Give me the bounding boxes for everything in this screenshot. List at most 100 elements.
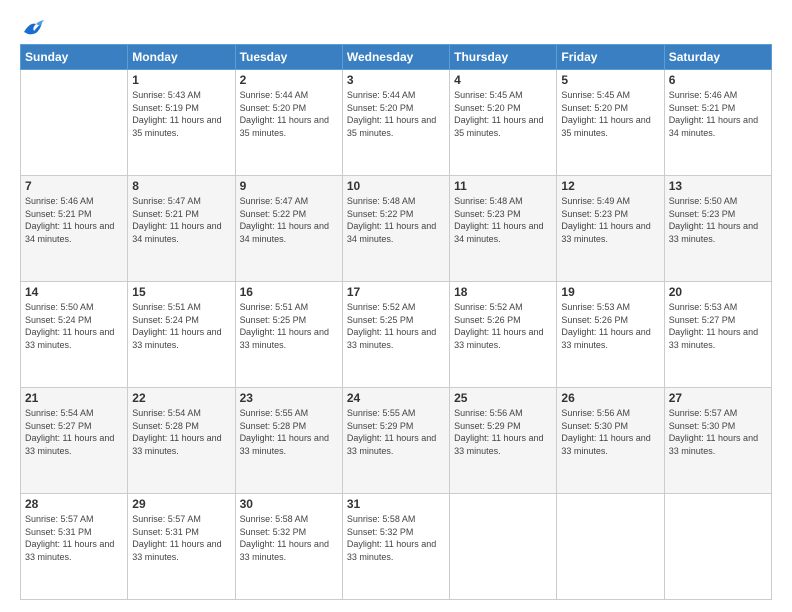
day-number: 28 xyxy=(25,497,123,511)
day-info: Sunrise: 5:49 AMSunset: 5:23 PMDaylight:… xyxy=(561,195,659,245)
logo xyxy=(20,18,44,36)
day-number: 22 xyxy=(132,391,230,405)
week-row-4: 28 Sunrise: 5:57 AMSunset: 5:31 PMDayligh… xyxy=(21,494,772,600)
day-info: Sunrise: 5:47 AMSunset: 5:21 PMDaylight:… xyxy=(132,195,230,245)
day-number: 18 xyxy=(454,285,552,299)
calendar-cell: 8 Sunrise: 5:47 AMSunset: 5:21 PMDaylight… xyxy=(128,176,235,282)
day-number: 31 xyxy=(347,497,445,511)
day-info: Sunrise: 5:50 AMSunset: 5:24 PMDaylight:… xyxy=(25,301,123,351)
day-number: 25 xyxy=(454,391,552,405)
calendar-table: SundayMondayTuesdayWednesdayThursdayFrid… xyxy=(20,44,772,600)
day-number: 26 xyxy=(561,391,659,405)
header xyxy=(20,18,772,36)
calendar-cell: 25 Sunrise: 5:56 AMSunset: 5:29 PMDayligh… xyxy=(450,388,557,494)
calendar-cell: 12 Sunrise: 5:49 AMSunset: 5:23 PMDayligh… xyxy=(557,176,664,282)
day-info: Sunrise: 5:45 AMSunset: 5:20 PMDaylight:… xyxy=(561,89,659,139)
day-info: Sunrise: 5:57 AMSunset: 5:31 PMDaylight:… xyxy=(132,513,230,563)
weekday-header-wednesday: Wednesday xyxy=(342,45,449,70)
day-info: Sunrise: 5:47 AMSunset: 5:22 PMDaylight:… xyxy=(240,195,338,245)
calendar-cell: 20 Sunrise: 5:53 AMSunset: 5:27 PMDayligh… xyxy=(664,282,771,388)
calendar-cell xyxy=(557,494,664,600)
calendar-cell: 22 Sunrise: 5:54 AMSunset: 5:28 PMDayligh… xyxy=(128,388,235,494)
day-number: 17 xyxy=(347,285,445,299)
weekday-header-thursday: Thursday xyxy=(450,45,557,70)
day-number: 2 xyxy=(240,73,338,87)
day-info: Sunrise: 5:58 AMSunset: 5:32 PMDaylight:… xyxy=(240,513,338,563)
calendar-cell xyxy=(21,70,128,176)
calendar-cell: 14 Sunrise: 5:50 AMSunset: 5:24 PMDayligh… xyxy=(21,282,128,388)
calendar-cell: 1 Sunrise: 5:43 AMSunset: 5:19 PMDaylight… xyxy=(128,70,235,176)
day-number: 23 xyxy=(240,391,338,405)
calendar-cell: 26 Sunrise: 5:56 AMSunset: 5:30 PMDayligh… xyxy=(557,388,664,494)
day-info: Sunrise: 5:46 AMSunset: 5:21 PMDaylight:… xyxy=(669,89,767,139)
day-info: Sunrise: 5:56 AMSunset: 5:30 PMDaylight:… xyxy=(561,407,659,457)
day-info: Sunrise: 5:46 AMSunset: 5:21 PMDaylight:… xyxy=(25,195,123,245)
day-info: Sunrise: 5:43 AMSunset: 5:19 PMDaylight:… xyxy=(132,89,230,139)
calendar-cell: 30 Sunrise: 5:58 AMSunset: 5:32 PMDayligh… xyxy=(235,494,342,600)
calendar-cell: 2Sunrise: 5:44 AMSunset: 5:20 PMDaylight… xyxy=(235,70,342,176)
day-info: Sunrise: 5:52 AMSunset: 5:25 PMDaylight:… xyxy=(347,301,445,351)
weekday-header-row: SundayMondayTuesdayWednesdayThursdayFrid… xyxy=(21,45,772,70)
day-info: Sunrise: 5:54 AMSunset: 5:28 PMDaylight:… xyxy=(132,407,230,457)
calendar-cell: 21 Sunrise: 5:54 AMSunset: 5:27 PMDayligh… xyxy=(21,388,128,494)
day-info: Sunrise: 5:55 AMSunset: 5:28 PMDaylight:… xyxy=(240,407,338,457)
page: SundayMondayTuesdayWednesdayThursdayFrid… xyxy=(0,0,792,612)
calendar-cell: 17 Sunrise: 5:52 AMSunset: 5:25 PMDayligh… xyxy=(342,282,449,388)
day-info: Sunrise: 5:58 AMSunset: 5:32 PMDaylight:… xyxy=(347,513,445,563)
calendar-cell: 13 Sunrise: 5:50 AMSunset: 5:23 PMDayligh… xyxy=(664,176,771,282)
day-info: Sunrise: 5:51 AMSunset: 5:24 PMDaylight:… xyxy=(132,301,230,351)
day-info: Sunrise: 5:56 AMSunset: 5:29 PMDaylight:… xyxy=(454,407,552,457)
weekday-header-tuesday: Tuesday xyxy=(235,45,342,70)
weekday-header-saturday: Saturday xyxy=(664,45,771,70)
day-number: 30 xyxy=(240,497,338,511)
day-number: 4 xyxy=(454,73,552,87)
day-info: Sunrise: 5:51 AMSunset: 5:25 PMDaylight:… xyxy=(240,301,338,351)
week-row-1: 7 Sunrise: 5:46 AMSunset: 5:21 PMDaylight… xyxy=(21,176,772,282)
calendar-cell: 24 Sunrise: 5:55 AMSunset: 5:29 PMDayligh… xyxy=(342,388,449,494)
day-number: 9 xyxy=(240,179,338,193)
calendar-cell: 23 Sunrise: 5:55 AMSunset: 5:28 PMDayligh… xyxy=(235,388,342,494)
calendar-cell: 31 Sunrise: 5:58 AMSunset: 5:32 PMDayligh… xyxy=(342,494,449,600)
day-info: Sunrise: 5:50 AMSunset: 5:23 PMDaylight:… xyxy=(669,195,767,245)
day-info: Sunrise: 5:55 AMSunset: 5:29 PMDaylight:… xyxy=(347,407,445,457)
calendar-cell xyxy=(664,494,771,600)
day-number: 20 xyxy=(669,285,767,299)
day-number: 1 xyxy=(132,73,230,87)
calendar-cell: 3 Sunrise: 5:44 AMSunset: 5:20 PMDaylight… xyxy=(342,70,449,176)
day-number: 13 xyxy=(669,179,767,193)
day-number: 19 xyxy=(561,285,659,299)
day-info: Sunrise: 5:48 AMSunset: 5:22 PMDaylight:… xyxy=(347,195,445,245)
day-number: 8 xyxy=(132,179,230,193)
logo-bird-icon xyxy=(22,18,44,36)
day-number: 12 xyxy=(561,179,659,193)
calendar-cell: 28Sunrise: 5:57 AMSunset: 5:31 PMDayligh… xyxy=(21,494,128,600)
day-info: Sunrise: 5:48 AMSunset: 5:23 PMDaylight:… xyxy=(454,195,552,245)
day-number: 21 xyxy=(25,391,123,405)
day-info: Sunrise: 5:52 AMSunset: 5:26 PMDaylight:… xyxy=(454,301,552,351)
calendar-cell: 5Sunrise: 5:45 AMSunset: 5:20 PMDaylight… xyxy=(557,70,664,176)
day-number: 10 xyxy=(347,179,445,193)
day-number: 29 xyxy=(132,497,230,511)
day-number: 24 xyxy=(347,391,445,405)
day-info: Sunrise: 5:44 AMSunset: 5:20 PMDaylight:… xyxy=(347,89,445,139)
day-number: 3 xyxy=(347,73,445,87)
week-row-2: 14 Sunrise: 5:50 AMSunset: 5:24 PMDayligh… xyxy=(21,282,772,388)
weekday-header-friday: Friday xyxy=(557,45,664,70)
calendar-cell: 29 Sunrise: 5:57 AMSunset: 5:31 PMDayligh… xyxy=(128,494,235,600)
day-info: Sunrise: 5:53 AMSunset: 5:27 PMDaylight:… xyxy=(669,301,767,351)
day-info: Sunrise: 5:53 AMSunset: 5:26 PMDaylight:… xyxy=(561,301,659,351)
calendar-cell: 19 Sunrise: 5:53 AMSunset: 5:26 PMDayligh… xyxy=(557,282,664,388)
day-number: 6 xyxy=(669,73,767,87)
day-number: 14 xyxy=(25,285,123,299)
week-row-3: 21 Sunrise: 5:54 AMSunset: 5:27 PMDayligh… xyxy=(21,388,772,494)
calendar-cell: 6 Sunrise: 5:46 AMSunset: 5:21 PMDaylight… xyxy=(664,70,771,176)
day-number: 7 xyxy=(25,179,123,193)
day-info: Sunrise: 5:54 AMSunset: 5:27 PMDaylight:… xyxy=(25,407,123,457)
week-row-0: 1 Sunrise: 5:43 AMSunset: 5:19 PMDaylight… xyxy=(21,70,772,176)
calendar-cell: 4Sunrise: 5:45 AMSunset: 5:20 PMDaylight… xyxy=(450,70,557,176)
calendar-cell: 16 Sunrise: 5:51 AMSunset: 5:25 PMDayligh… xyxy=(235,282,342,388)
day-number: 16 xyxy=(240,285,338,299)
calendar-cell: 10 Sunrise: 5:48 AMSunset: 5:22 PMDayligh… xyxy=(342,176,449,282)
calendar-cell: 9 Sunrise: 5:47 AMSunset: 5:22 PMDaylight… xyxy=(235,176,342,282)
weekday-header-monday: Monday xyxy=(128,45,235,70)
